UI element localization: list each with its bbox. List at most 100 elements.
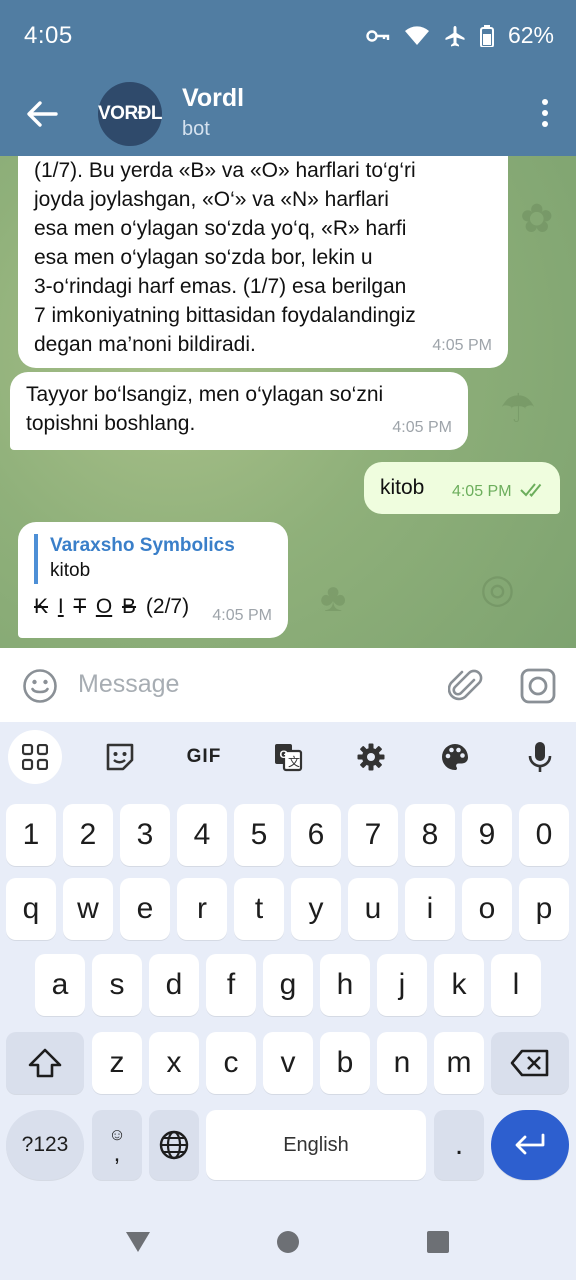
- key-w[interactable]: w: [63, 878, 113, 940]
- system-navigation-bar: [0, 1200, 576, 1280]
- message-time-status: 4:05 PM: [452, 477, 546, 506]
- key-l[interactable]: l: [491, 954, 541, 1016]
- status-time: 4:05: [24, 22, 73, 49]
- apps-grid-icon[interactable]: [8, 730, 62, 784]
- more-vert-icon[interactable]: [540, 98, 550, 128]
- reply-text: kitob: [50, 560, 91, 581]
- emoji-icon[interactable]: [22, 668, 58, 704]
- settings-gear-icon[interactable]: [345, 734, 397, 780]
- key-q[interactable]: q: [6, 878, 56, 940]
- period-key[interactable]: .: [434, 1110, 484, 1180]
- avatar[interactable]: VORÐL: [98, 82, 163, 146]
- message-time: 4:05 PM: [392, 419, 452, 436]
- chat-title[interactable]: Vordl: [182, 84, 244, 113]
- message-line: 3-o‘rindagi harf emas. (1/7) esa berilga…: [34, 275, 407, 298]
- key-d[interactable]: d: [149, 954, 199, 1016]
- key-c[interactable]: c: [206, 1032, 256, 1094]
- back-arrow-icon[interactable]: [22, 94, 62, 134]
- key-f[interactable]: f: [206, 954, 256, 1016]
- key-x[interactable]: x: [149, 1032, 199, 1094]
- battery-percent: 62%: [507, 22, 554, 48]
- keyboard-toolbar: GIF G文: [0, 722, 576, 792]
- back-triangle-icon[interactable]: [124, 1230, 152, 1254]
- gif-icon[interactable]: GIF: [178, 734, 230, 780]
- message-line: joyda joylashgan, «O‘» va «N» harflari: [34, 188, 389, 211]
- chat-subtitle: bot: [182, 118, 210, 140]
- key-u[interactable]: u: [348, 878, 398, 940]
- key-s[interactable]: s: [92, 954, 142, 1016]
- comma-label: ,: [113, 1140, 121, 1167]
- wallpaper-doodle: ◎: [480, 567, 515, 611]
- key-1[interactable]: 1: [6, 804, 56, 866]
- language-key[interactable]: [149, 1110, 199, 1180]
- message-input-bar: Message: [0, 648, 576, 722]
- key-7[interactable]: 7: [348, 804, 398, 866]
- wallpaper-doodle: ☂: [500, 387, 536, 431]
- message-line: esa men o‘ylagan so‘zda yo‘q, «R» harfi: [34, 217, 407, 240]
- key-9[interactable]: 9: [462, 804, 512, 866]
- chat-area[interactable]: ✿ ☂ ♣ ◎ (1/7). Bu yerda «B» va «O» harfl…: [0, 156, 576, 648]
- key-8[interactable]: 8: [405, 804, 455, 866]
- backspace-key[interactable]: [491, 1032, 569, 1094]
- space-bar[interactable]: English: [206, 1110, 426, 1180]
- translate-icon[interactable]: G文: [262, 734, 314, 780]
- letter-strikethrough: B: [122, 595, 137, 618]
- emoji-comma-key[interactable]: ☺ ,: [92, 1110, 142, 1180]
- message-bubble-incoming[interactable]: Tayyor bo‘lsangiz, men o‘ylagan so‘zni t…: [10, 372, 468, 450]
- key-e[interactable]: e: [120, 878, 170, 940]
- status-bar: 4:05 62%: [0, 0, 576, 70]
- key-m[interactable]: m: [434, 1032, 484, 1094]
- reply-quote[interactable]: Varaxsho Symbolics kitob: [34, 534, 272, 584]
- wallpaper-doodle: ♣: [320, 576, 347, 620]
- message-line: Tayyor bo‘lsangiz, men o‘ylagan so‘zni: [26, 383, 384, 406]
- key-6[interactable]: 6: [291, 804, 341, 866]
- key-h[interactable]: h: [320, 954, 370, 1016]
- camera-icon[interactable]: [520, 668, 556, 704]
- key-2[interactable]: 2: [63, 804, 113, 866]
- key-0[interactable]: 0: [519, 804, 569, 866]
- message-time: 4:05 PM: [432, 337, 492, 354]
- message-input[interactable]: Message: [78, 670, 179, 699]
- microphone-icon[interactable]: [514, 734, 566, 780]
- key-b[interactable]: b: [320, 1032, 370, 1094]
- key-v[interactable]: v: [263, 1032, 313, 1094]
- key-3[interactable]: 3: [120, 804, 170, 866]
- keyboard: GIF G文 1 2 3 4 5 6 7 8 9 0 q w e r t y u…: [0, 722, 576, 1200]
- enter-key[interactable]: [491, 1110, 569, 1180]
- key-k[interactable]: k: [434, 954, 484, 1016]
- recents-square-icon[interactable]: [426, 1230, 450, 1254]
- message-line: (1/7). Bu yerda «B» va «O» harflari to‘g…: [34, 159, 416, 182]
- palette-icon[interactable]: [429, 734, 481, 780]
- key-z[interactable]: z: [92, 1032, 142, 1094]
- key-t[interactable]: t: [234, 878, 284, 940]
- sticker-icon[interactable]: [94, 734, 146, 780]
- letter-strikethrough: K: [34, 595, 49, 618]
- key-5[interactable]: 5: [234, 804, 284, 866]
- chat-app-bar: VORÐL Vordl bot: [0, 70, 576, 156]
- key-g[interactable]: g: [263, 954, 313, 1016]
- home-circle-icon[interactable]: [276, 1230, 300, 1254]
- key-y[interactable]: y: [291, 878, 341, 940]
- message-line: degan ma’noni bildiradi.: [34, 333, 256, 356]
- message-time: 4:05 PM: [451, 483, 512, 500]
- symbols-key[interactable]: ?123: [6, 1110, 84, 1180]
- shift-arrow-icon: [28, 1048, 62, 1078]
- message-bubble-outgoing[interactable]: kitob 4:05 PM: [364, 462, 560, 514]
- key-n[interactable]: n: [377, 1032, 427, 1094]
- key-p[interactable]: p: [519, 878, 569, 940]
- battery-icon: [479, 24, 494, 47]
- top-bar: 4:05 62% VORÐL Vordl bot: [0, 0, 576, 156]
- message-bubble-incoming[interactable]: Varaxsho Symbolics kitob K I T O B (2/7)…: [18, 522, 288, 638]
- gif-label: GIF: [186, 746, 222, 767]
- message-bubble-incoming[interactable]: (1/7). Bu yerda «B» va «O» harflari to‘g…: [18, 156, 508, 368]
- attach-icon[interactable]: [448, 666, 484, 706]
- key-a[interactable]: a: [35, 954, 85, 1016]
- key-r[interactable]: r: [177, 878, 227, 940]
- shift-key[interactable]: [6, 1032, 84, 1094]
- key-o[interactable]: o: [462, 878, 512, 940]
- key-j[interactable]: j: [377, 954, 427, 1016]
- globe-icon: [159, 1130, 189, 1160]
- key-i[interactable]: i: [405, 878, 455, 940]
- key-4[interactable]: 4: [177, 804, 227, 866]
- reply-author: Varaxsho Symbolics: [50, 535, 235, 556]
